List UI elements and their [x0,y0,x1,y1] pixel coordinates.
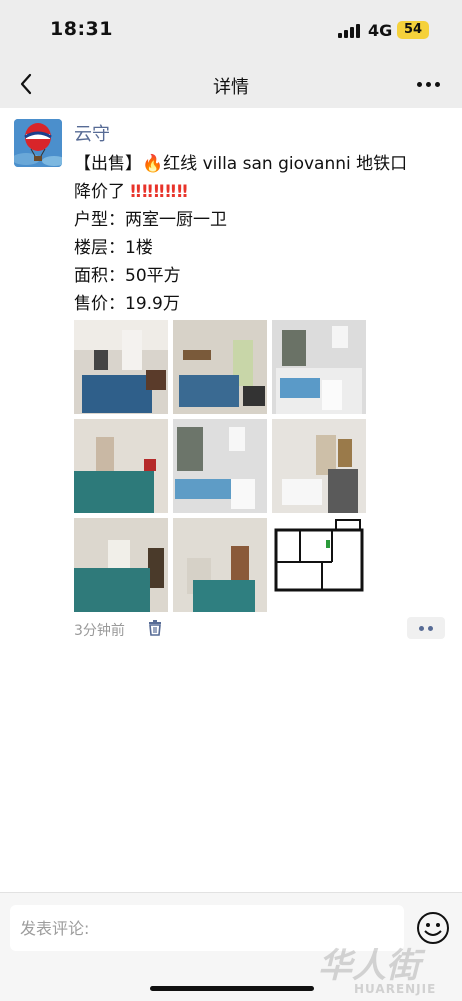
photo-bedroom-4[interactable] [74,518,168,612]
photo-grid [74,320,366,612]
nav-bar: 详情 [0,60,462,108]
photo-floorplan[interactable] [272,518,366,612]
photo-bathroom-2[interactable] [173,419,267,513]
watermark: 华人街 HUARENJIE [318,938,458,998]
photo-bedroom-5[interactable] [173,518,267,612]
price-drop-text: 降价了 [74,182,125,202]
avatar[interactable] [14,119,62,167]
delete-button[interactable] [148,620,162,636]
post-time: 3分钟前 [74,623,125,639]
photo-kitchen[interactable] [272,419,366,513]
signal-icon [338,24,360,38]
home-indicator [150,986,314,991]
comment-like-button[interactable] [407,617,445,639]
post-line-5: 面积：50平方 [74,266,181,286]
photo-bathroom-1[interactable] [272,320,366,414]
watermark-cn: 华人街 [318,946,420,986]
network-type: 4G [368,21,393,40]
exclamation-icon: ‼‼‼‼‼ [130,182,189,202]
post-tag: 【出售】 [74,154,142,174]
page-title: 详情 [213,77,249,98]
post-title-text: 红线 villa san giovanni 地铁口 [163,154,408,174]
photo-bedroom-2[interactable] [173,320,267,414]
post-line-3: 户型：两室一厨一卫 [74,210,227,230]
watermark-en: HUARENJIE [354,982,437,996]
photo-bedroom-1[interactable] [74,320,168,414]
battery-indicator: 54 [397,21,429,39]
post-line-6: 售价：19.9万 [74,294,180,314]
username[interactable]: 云守 [74,120,110,146]
hot-air-balloon-avatar [14,119,62,167]
trash-icon [149,620,161,636]
post-line-4: 楼层：1楼 [74,238,153,258]
post-line-1: 【出售】🔥红线 villa san giovanni 地铁口 [74,150,444,178]
post-content: 【出售】🔥红线 villa san giovanni 地铁口 降价了 ‼‼‼‼‼… [74,150,444,318]
status-bar: 18:31 4G 54 [0,0,462,60]
photo-bedroom-3[interactable] [74,419,168,513]
post-line-2: 降价了 ‼‼‼‼‼ [74,178,444,206]
more-button[interactable] [412,74,444,94]
fire-icon: 🔥 [142,154,164,174]
status-time: 18:31 [50,18,113,40]
